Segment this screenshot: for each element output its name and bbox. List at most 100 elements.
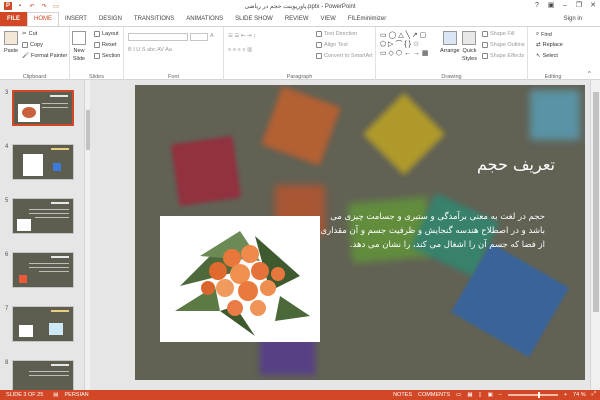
thumbnail-image [12, 252, 74, 288]
replace-button[interactable]: ⇄ Replace [536, 42, 563, 48]
shape-fill-button[interactable]: Shape Fill [482, 31, 514, 37]
language-indicator[interactable]: PERSIAN [65, 392, 89, 398]
slide-title[interactable]: تعریف حجم [435, 155, 555, 174]
reading-view-icon[interactable]: ▯ [479, 392, 482, 398]
notes-button[interactable]: NOTES [393, 392, 412, 398]
tab-review[interactable]: REVIEW [279, 12, 315, 26]
zoom-level[interactable]: 74 % [573, 392, 586, 398]
tab-file[interactable]: FILE [0, 12, 27, 26]
align-icons[interactable]: ≡ ≡ ≡ ≡ ▥ [228, 47, 252, 53]
tab-transitions[interactable]: TRANSITIONS [128, 12, 180, 26]
zoom-in-icon[interactable]: + [564, 392, 567, 398]
grow-font-icon[interactable]: A [210, 33, 214, 39]
flower-bouquet-drawing [175, 231, 310, 336]
text-direction-button[interactable]: Text Direction [316, 31, 357, 37]
thumbnail-slide-4[interactable]: 4 [0, 142, 84, 188]
slideshow-view-icon[interactable]: ▣ [488, 392, 493, 398]
copy-button[interactable]: Copy [22, 42, 43, 48]
editor-scroll-thumb[interactable] [593, 92, 599, 312]
magnifier-icon: ⌕ [536, 31, 540, 37]
sign-in-link[interactable]: Sign in [564, 16, 582, 22]
slide-thumbnails-panel: 3 4 5 6 7 8 [0, 80, 84, 390]
shape-effects-button[interactable]: Shape Effects [482, 53, 524, 59]
scissors-icon: ✂ [22, 31, 27, 37]
window-controls: ? ▣ – ❐ ✕ [530, 0, 600, 12]
thumbnail-slide-6[interactable]: 6 [0, 250, 84, 296]
font-format-icons[interactable]: B I U S abc AV Aa [128, 47, 172, 53]
tab-fileminimizer[interactable]: FILEminimizer [342, 12, 392, 26]
collapse-ribbon-icon[interactable]: ^ [588, 71, 591, 77]
tab-slide-show[interactable]: SLIDE SHOW [229, 12, 279, 26]
fit-slide-icon[interactable]: ⤢ [592, 391, 596, 398]
zoom-slider-knob[interactable] [537, 391, 540, 398]
editor-vertical-scrollbar[interactable] [590, 80, 600, 390]
brush-icon: 🖌 [22, 53, 29, 59]
thumbnail-slide-8[interactable]: 8 [0, 358, 84, 390]
ribbon-home: Paste ✂ Cut Copy 🖌 Format Painter Clipboar… [0, 26, 600, 81]
slides-group: New Slide Layout Reset Section Slides [70, 27, 124, 81]
arrange-icon [442, 31, 457, 45]
clipboard-group: Paste ✂ Cut Copy 🖌 Format Painter Clipboar… [0, 27, 70, 81]
spelling-icon[interactable]: ▤ [53, 392, 58, 398]
slide-body-text[interactable]: حجم در لغت به معنی برآمدگی و ستبری و جسا… [315, 210, 545, 252]
font-group: A B I U S abc AV Aa Font [124, 27, 224, 81]
list-icons[interactable]: ☰ ☰ ⇤ ⇥ ↕ [228, 33, 256, 39]
editing-group: ⌕ Find ⇄ Replace ↖ Select Editing [528, 27, 578, 81]
flower-bouquet-image[interactable] [160, 216, 320, 342]
minimize-icon[interactable]: – [558, 0, 572, 12]
format-painter-button[interactable]: 🖌 Format Painter [22, 53, 67, 59]
section-icon [94, 53, 100, 59]
slide-count: SLIDE 3 OF 25 [6, 392, 44, 398]
thumbnail-slide-5[interactable]: 5 [0, 196, 84, 242]
thumbnail-image [12, 306, 74, 342]
reset-button[interactable]: Reset [94, 42, 116, 48]
tab-home[interactable]: HOME [27, 12, 59, 26]
paste-button[interactable]: Paste [4, 31, 18, 54]
tab-animations[interactable]: ANIMATIONS [180, 12, 229, 26]
convert-smartart-button[interactable]: Convert to SmartArt [316, 53, 373, 59]
current-slide[interactable]: تعریف حجم حجم در لغت به معنی برآمدگی و س… [135, 85, 585, 380]
thumbnail-image [12, 360, 74, 390]
tab-view[interactable]: VIEW [315, 12, 342, 26]
font-size-combo[interactable] [190, 33, 208, 41]
effects-icon [482, 53, 488, 59]
select-button[interactable]: ↖ Select [536, 53, 558, 59]
align-text-button[interactable]: Align Text [316, 42, 348, 48]
quick-styles-button[interactable]: Quick Styles [462, 31, 477, 62]
title-bar: P ▪ ↶ ↷ ▭ پاورپوینت حجم در ریاضی.pptx - … [0, 0, 600, 12]
tab-design[interactable]: DESIGN [93, 12, 128, 26]
align-text-icon [316, 42, 322, 48]
cut-button[interactable]: ✂ Cut [22, 31, 37, 37]
ribbon-tabs: FILE HOME INSERT DESIGN TRANSITIONS ANIM… [0, 12, 600, 26]
thumbnail-slide-7[interactable]: 7 [0, 304, 84, 350]
zoom-slider[interactable] [507, 391, 558, 398]
thumbnail-slide-3[interactable]: 3 [0, 88, 84, 134]
help-icon[interactable]: ? [530, 0, 544, 12]
normal-view-icon[interactable]: ▭ [456, 392, 461, 398]
arrange-button[interactable]: Arrange [440, 31, 460, 54]
layout-icon [94, 31, 100, 37]
shapes-gallery[interactable]: ▭ ◯ △ ╲ ↗ ▢ ⬠ ▷ ⌒ { } ☆ ▭ ◇ ⬡ ← → ▦ [380, 31, 428, 58]
quick-styles-icon [462, 31, 477, 45]
tab-insert[interactable]: INSERT [59, 12, 93, 26]
window-title: پاورپوینت حجم در ریاضی.pptx - PowerPoint [244, 4, 356, 10]
shape-outline-button[interactable]: Shape Outline [482, 42, 525, 48]
layout-button[interactable]: Layout [94, 31, 119, 37]
new-slide-icon [72, 31, 86, 45]
paste-icon [4, 31, 19, 45]
status-bar: SLIDE 3 OF 25 ▤ PERSIAN NOTES COMMENTS ▭… [0, 390, 600, 400]
restore-icon[interactable]: ❐ [572, 0, 586, 12]
close-icon[interactable]: ✕ [586, 0, 600, 12]
ribbon-display-icon[interactable]: ▣ [544, 0, 558, 12]
comments-button[interactable]: COMMENTS [418, 392, 450, 398]
reset-icon [94, 42, 100, 48]
pen-icon [482, 42, 488, 48]
section-button[interactable]: Section [94, 53, 120, 59]
font-name-combo[interactable] [128, 33, 188, 41]
find-button[interactable]: ⌕ Find [536, 31, 552, 38]
slide-sorter-icon[interactable]: ▦ [467, 392, 472, 398]
status-right: NOTES COMMENTS ▭ ▦ ▯ ▣ – + 74 % ⤢ [393, 391, 596, 398]
new-slide-button[interactable]: New Slide [72, 31, 86, 62]
zoom-out-icon[interactable]: – [499, 392, 502, 398]
drawing-group: ▭ ◯ △ ╲ ↗ ▢ ⬠ ▷ ⌒ { } ☆ ▭ ◇ ⬡ ← → ▦ Arra… [376, 27, 528, 81]
